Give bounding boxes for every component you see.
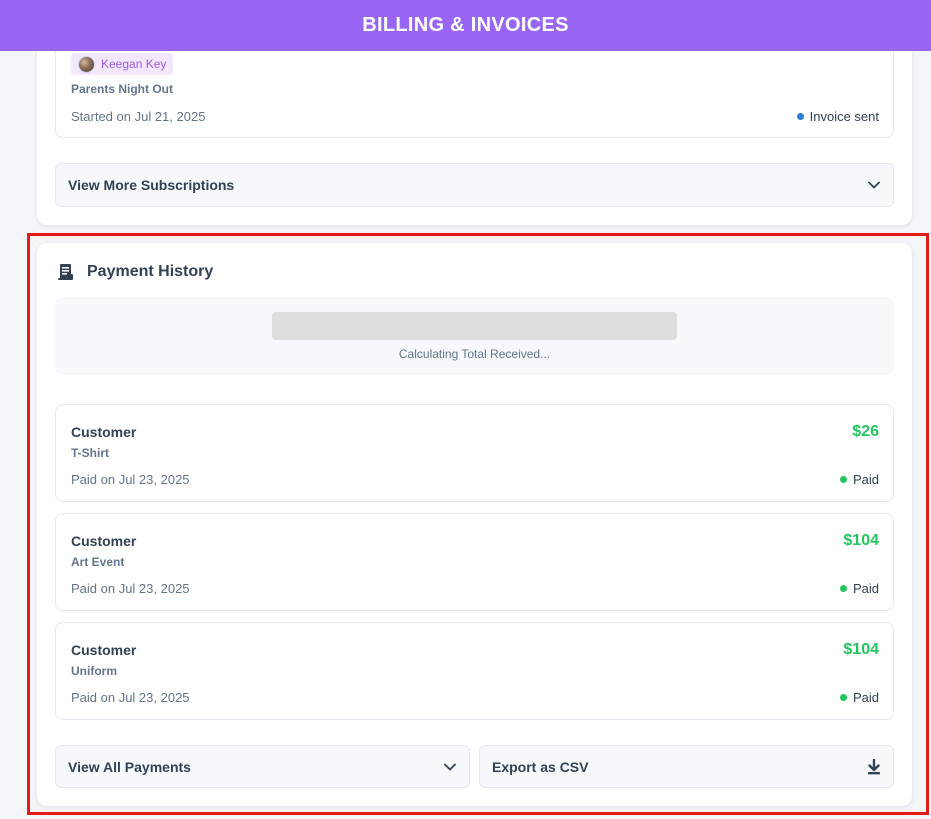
subscription-start-date: Started on Jul 21, 2025 [71, 109, 206, 124]
payment-customer: Customer [71, 424, 137, 440]
chevron-down-icon [867, 178, 881, 192]
payment-description: Uniform [71, 664, 117, 678]
receipt-icon [57, 263, 75, 281]
payment-history-title: Payment History [87, 263, 214, 280]
app-header: BILLING & INVOICES [0, 0, 931, 51]
view-all-payments-label: View All Payments [68, 758, 191, 775]
payment-description: T-Shirt [71, 446, 109, 460]
view-more-label: View More Subscriptions [68, 177, 235, 193]
payment-item[interactable]: Customer T-Shirt Paid on Jul 23, 2025 $2… [55, 404, 894, 502]
total-loading-text: Calculating Total Received... [398, 347, 551, 361]
payment-history-header: Payment History [57, 263, 213, 281]
view-all-payments-button[interactable]: View All Payments [55, 745, 470, 788]
export-csv-label: Export as CSV [492, 758, 589, 775]
status-dot-icon [796, 113, 804, 120]
loading-skeleton [272, 312, 677, 340]
payment-amount: $104 [843, 641, 879, 658]
payment-date: Paid on Jul 23, 2025 [71, 690, 190, 705]
status-dot-icon [839, 476, 847, 483]
status-dot-icon [839, 585, 847, 592]
payment-customer: Customer [71, 533, 137, 549]
member-name: Keegan Key [101, 57, 167, 71]
avatar [78, 55, 95, 73]
payment-customer: Customer [71, 642, 137, 658]
download-icon [867, 758, 881, 775]
member-chip[interactable]: Keegan Key [71, 53, 174, 75]
payment-status-badge: Paid [839, 690, 879, 705]
payment-amount: $26 [852, 423, 879, 440]
payment-date: Paid on Jul 23, 2025 [71, 581, 190, 596]
payment-status-text: Paid [852, 690, 879, 705]
payment-amount: $104 [843, 532, 879, 549]
payment-status-text: Paid [852, 472, 879, 487]
status-dot-icon [839, 694, 847, 701]
payment-status-badge: Paid [839, 472, 879, 487]
payment-item[interactable]: Customer Art Event Paid on Jul 23, 2025 … [55, 513, 894, 611]
payment-date: Paid on Jul 23, 2025 [71, 472, 190, 487]
subscription-event: Parents Night Out [71, 82, 174, 96]
payment-status-badge: Paid [839, 581, 879, 596]
payment-history-card: Payment History Calculating Total Receiv… [37, 243, 912, 806]
payment-status-text: Paid [852, 581, 879, 596]
page-title: BILLING & INVOICES [362, 14, 569, 36]
total-received-panel: Calculating Total Received... [55, 297, 894, 375]
payment-description: Art Event [71, 555, 125, 569]
status-text: Invoice sent [809, 109, 879, 124]
view-more-subscriptions-button[interactable]: View More Subscriptions [55, 163, 894, 207]
status-badge: Invoice sent [796, 109, 879, 124]
payment-item[interactable]: Customer Uniform Paid on Jul 23, 2025 $1… [55, 622, 894, 720]
export-csv-button[interactable]: Export as CSV [479, 745, 894, 788]
chevron-down-icon [443, 760, 457, 774]
